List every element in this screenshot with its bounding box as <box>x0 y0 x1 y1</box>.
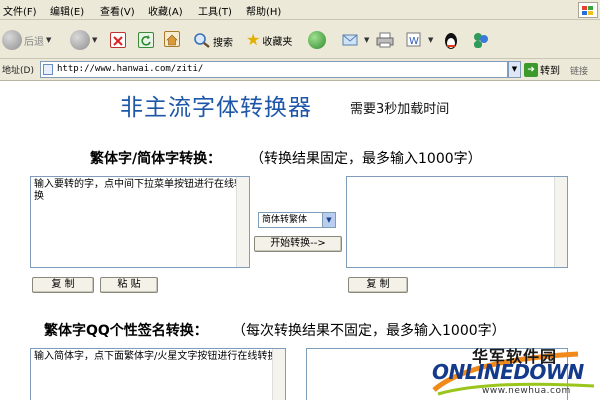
svg-text:W: W <box>409 36 419 47</box>
section1-heading: 繁体字/简体字转换： <box>90 151 222 167</box>
output-textarea[interactable] <box>346 176 568 268</box>
copy-output-button[interactable]: 复 制 <box>348 277 408 293</box>
watermark-logo: ONLINEDOWN <box>432 360 584 384</box>
stop-icon[interactable] <box>110 32 126 48</box>
paste-button[interactable]: 粘 贴 <box>100 277 158 293</box>
favorites-button[interactable]: ★ 收藏夹 <box>246 32 292 48</box>
chevron-down-icon[interactable]: ▼ <box>322 213 335 227</box>
menu-edit[interactable]: 编辑(E) <box>50 3 84 18</box>
qq-input-scrollbar[interactable] <box>272 349 285 400</box>
qq-penguin-icon[interactable] <box>440 30 462 50</box>
simplified-input-textarea[interactable]: 输入要转的字，点中间下拉菜单按钮进行在线转换 <box>30 176 250 268</box>
section2-note: （每次转换结果不固定，最多输入1000字） <box>232 323 506 339</box>
refresh-icon[interactable] <box>138 32 154 48</box>
output-scrollbar[interactable] <box>554 177 567 267</box>
forward-arrow-icon <box>70 30 90 50</box>
toolbar: 后退 ▼ ▼ 搜索 ★ 收藏夹 ▼ W ▼ <box>0 20 600 59</box>
page-title: 非主流字体转换器 <box>120 95 312 121</box>
load-note: 需要3秒加载时间 <box>350 102 450 117</box>
search-icon <box>193 32 211 51</box>
go-button[interactable]: ➜ 转到 <box>524 61 560 78</box>
go-arrow-icon: ➜ <box>524 62 538 77</box>
chevron-down-icon[interactable]: ▼ <box>428 36 433 44</box>
edit-icon[interactable]: W <box>406 32 426 48</box>
media-icon[interactable] <box>308 31 326 49</box>
section2-heading: 繁体字QQ个性签名转换： <box>44 323 208 339</box>
copy-input-button[interactable]: 复 制 <box>32 277 94 293</box>
menu-file[interactable]: 文件(F) <box>3 3 37 18</box>
history-icon[interactable] <box>342 32 364 48</box>
back-arrow-icon <box>2 30 22 50</box>
input-scrollbar[interactable] <box>236 177 249 267</box>
menu-view[interactable]: 查看(V) <box>100 3 135 18</box>
menu-bar: 文件(F) 编辑(E) 查看(V) 收藏(A) 工具(T) 帮助(H) <box>0 0 600 20</box>
windows-logo-icon <box>578 2 598 18</box>
chevron-down-icon[interactable]: ▼ <box>364 36 369 44</box>
menu-tools[interactable]: 工具(T) <box>198 3 232 18</box>
qq-signature-input-textarea[interactable]: 输入简体字，点下面繁体字/火星文字按钮进行在线转换 <box>30 348 286 400</box>
page-icon <box>43 64 53 75</box>
start-convert-button[interactable]: 开始转换--> <box>254 236 342 252</box>
chevron-down-icon: ▼ <box>46 36 52 44</box>
chevron-down-icon: ▼ <box>92 36 98 44</box>
search-button[interactable]: 搜索 <box>193 32 233 51</box>
watermark-url: www.newhua.com <box>482 386 571 396</box>
messenger-icon[interactable] <box>470 31 492 49</box>
url-input[interactable]: http://www.hanwai.com/ziti/ <box>40 61 508 78</box>
print-icon[interactable] <box>376 31 394 49</box>
back-button[interactable]: 后退 ▼ <box>2 30 51 50</box>
menu-help[interactable]: 帮助(H) <box>246 3 281 18</box>
links-button[interactable]: 链接 <box>570 64 588 77</box>
address-label: 地址(D) <box>2 66 34 76</box>
star-icon: ★ <box>246 30 261 49</box>
section1-note: （转换结果固定，最多输入1000字） <box>250 151 482 167</box>
forward-button[interactable]: ▼ <box>70 30 97 50</box>
address-dropdown-button[interactable]: ▼ <box>508 61 521 78</box>
menu-favorites[interactable]: 收藏(A) <box>148 3 183 18</box>
home-icon[interactable] <box>164 31 180 47</box>
